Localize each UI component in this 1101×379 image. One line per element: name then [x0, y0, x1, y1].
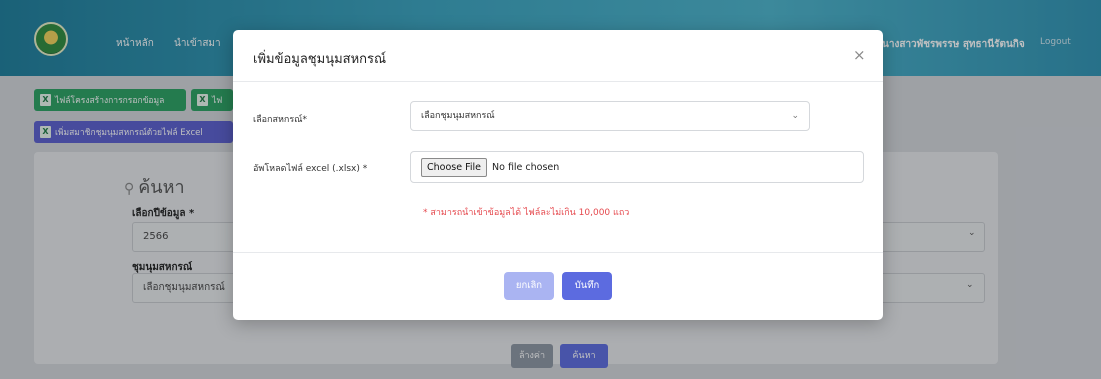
save-button[interactable]: บันทึก — [562, 272, 612, 300]
modal-footer-divider — [233, 252, 883, 253]
close-icon[interactable]: × — [853, 46, 866, 64]
chevron-down-icon: ⌄ — [791, 111, 799, 121]
file-upload-input[interactable]: Choose File No file chosen — [410, 151, 864, 183]
coop-dropdown[interactable]: เลือกชุมนุมสหกรณ์ ⌄ — [410, 101, 810, 131]
coop-dropdown-value: เลือกชุมนุมสหกรณ์ — [421, 111, 495, 121]
add-coop-modal: เพิ่มข้อมูลชุมนุมสหกรณ์ × เลือกสหกรณ์* เ… — [233, 30, 883, 320]
cancel-button[interactable]: ยกเลิก — [504, 272, 554, 300]
modal-title: เพิ่มข้อมูลชุมนุมสหกรณ์ — [253, 52, 387, 67]
file-upload-label: อัพโหลดไฟล์ excel (.xlsx) * — [253, 164, 368, 174]
coop-select-label: เลือกสหกรณ์* — [253, 115, 308, 125]
row-limit-warning: * สามารถนำเข้าข้อมูลได้ ไฟล์ละไม่เกิน 10… — [423, 208, 630, 218]
no-file-text: No file chosen — [492, 161, 560, 173]
choose-file-button[interactable]: Choose File — [421, 157, 487, 177]
modal-header: เพิ่มข้อมูลชุมนุมสหกรณ์ × — [233, 30, 883, 82]
